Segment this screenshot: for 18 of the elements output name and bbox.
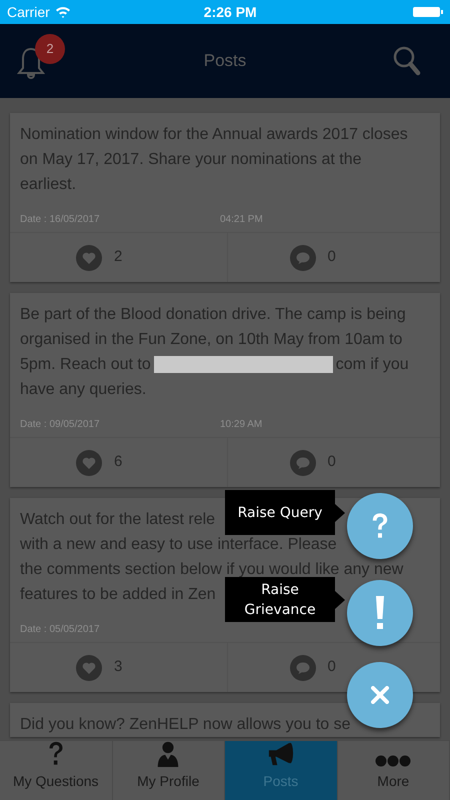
- exclamation-icon: [375, 596, 385, 630]
- bell-icon[interactable]: [16, 46, 46, 80]
- comment-icon: [290, 450, 316, 476]
- page-title: Posts: [204, 50, 246, 72]
- comment-icon: [290, 654, 316, 680]
- carrier-label: Carrier: [7, 2, 50, 22]
- close-icon: [371, 686, 389, 704]
- notification-badge: 2: [35, 34, 65, 64]
- action-tooltip: Raise Grievance: [225, 577, 345, 622]
- tab-item[interactable]: More: [338, 741, 450, 800]
- clock-time: 2:26 PM: [204, 2, 257, 22]
- wifi-icon: [54, 6, 71, 18]
- more-icon: [375, 755, 412, 767]
- tab-item[interactable]: My Questions: [0, 741, 112, 800]
- action-tooltip: Raise Query: [225, 490, 345, 535]
- comment-icon: [290, 244, 316, 270]
- battery-icon: [413, 7, 443, 17]
- search-icon[interactable]: [392, 45, 422, 77]
